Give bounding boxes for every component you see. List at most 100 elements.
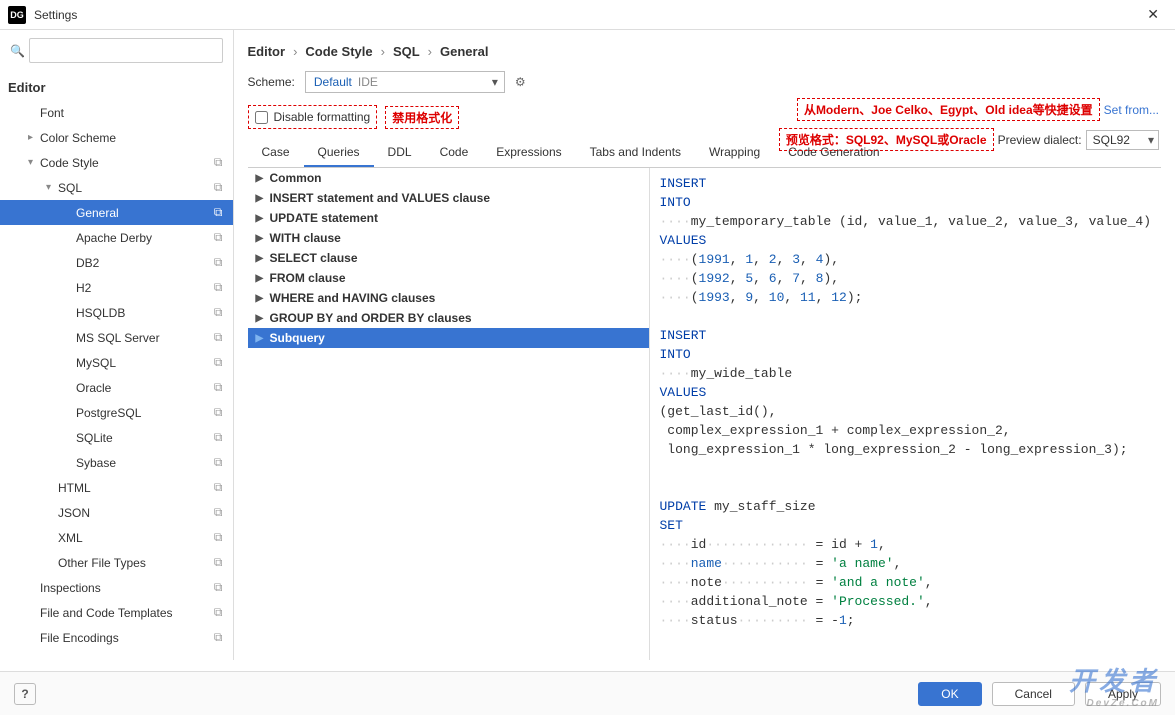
breadcrumb-editor[interactable]: Editor bbox=[248, 44, 286, 59]
tree-item-inspections[interactable]: Inspections⧉ bbox=[0, 575, 233, 600]
chevron-right-icon: ▶ bbox=[256, 193, 270, 204]
chevron-icon: ▾ bbox=[28, 157, 40, 168]
set-from-link[interactable]: Set from... bbox=[1104, 103, 1159, 117]
tree-item-json[interactable]: JSON⧉ bbox=[0, 500, 233, 525]
copy-icon: ⧉ bbox=[214, 605, 223, 620]
tab-queries[interactable]: Queries bbox=[304, 139, 374, 167]
tree-item-sqlite[interactable]: SQLite⧉ bbox=[0, 425, 233, 450]
chevron-right-icon: ▶ bbox=[256, 253, 270, 264]
chevron-right-icon: ▶ bbox=[256, 213, 270, 224]
copy-icon: ⧉ bbox=[214, 530, 223, 545]
tree-item-oracle[interactable]: Oracle⧉ bbox=[0, 375, 233, 400]
tree-item-mysql[interactable]: MySQL⧉ bbox=[0, 350, 233, 375]
settings-tree: Editor Font▸Color Scheme▾Code Style⧉▾SQL… bbox=[0, 71, 233, 660]
tree-item-file-and-code-templates[interactable]: File and Code Templates⧉ bbox=[0, 600, 233, 625]
search-input[interactable] bbox=[29, 38, 223, 63]
section-common[interactable]: ▶Common bbox=[248, 168, 649, 188]
app-icon: DG bbox=[8, 6, 26, 24]
dialog-footer: ? OK Cancel Apply bbox=[0, 671, 1175, 715]
breadcrumb-sql[interactable]: SQL bbox=[393, 44, 420, 59]
copy-icon: ⧉ bbox=[214, 230, 223, 245]
apply-button[interactable]: Apply bbox=[1085, 682, 1161, 706]
copy-icon: ⧉ bbox=[214, 180, 223, 195]
tree-item-file-encodings[interactable]: File Encodings⧉ bbox=[0, 625, 233, 650]
tree-item-hsqldb[interactable]: HSQLDB⧉ bbox=[0, 300, 233, 325]
sidebar: 🔍 Editor Font▸Color Scheme▾Code Style⧉▾S… bbox=[0, 30, 234, 660]
tree-item-ms-sql-server[interactable]: MS SQL Server⧉ bbox=[0, 325, 233, 350]
tree-item-code-style[interactable]: ▾Code Style⧉ bbox=[0, 150, 233, 175]
section-insert-statement-and-values-clause[interactable]: ▶INSERT statement and VALUES clause bbox=[248, 188, 649, 208]
annot-disable: 禁用格式化 bbox=[385, 106, 459, 129]
chevron-right-icon: ▶ bbox=[256, 173, 270, 184]
tree-item-xml[interactable]: XML⧉ bbox=[0, 525, 233, 550]
annot-preview: 预览格式：SQL92、MySQL或Oracle bbox=[779, 128, 994, 151]
copy-icon: ⧉ bbox=[214, 205, 223, 220]
gear-icon[interactable]: ⚙ bbox=[515, 75, 526, 89]
tree-item-db2[interactable]: DB2⧉ bbox=[0, 250, 233, 275]
copy-icon: ⧉ bbox=[214, 455, 223, 470]
section-select-clause[interactable]: ▶SELECT clause bbox=[248, 248, 649, 268]
copy-icon: ⧉ bbox=[214, 555, 223, 570]
tree-item-sybase[interactable]: Sybase⧉ bbox=[0, 450, 233, 475]
section-from-clause[interactable]: ▶FROM clause bbox=[248, 268, 649, 288]
copy-icon: ⧉ bbox=[214, 480, 223, 495]
tab-tabs-and-indents[interactable]: Tabs and Indents bbox=[576, 139, 695, 167]
tree-item-other-file-types[interactable]: Other File Types⧉ bbox=[0, 550, 233, 575]
tree-item-h2[interactable]: H2⧉ bbox=[0, 275, 233, 300]
help-button[interactable]: ? bbox=[14, 683, 36, 705]
preview-dialect-label: Preview dialect: bbox=[998, 133, 1082, 147]
chevron-right-icon: ▶ bbox=[256, 293, 270, 304]
copy-icon: ⧉ bbox=[214, 580, 223, 595]
close-icon[interactable]: ✕ bbox=[1139, 2, 1167, 27]
chevron-icon: ▸ bbox=[28, 132, 40, 143]
tree-item-color-scheme[interactable]: ▸Color Scheme bbox=[0, 125, 233, 150]
tab-ddl[interactable]: DDL bbox=[374, 139, 426, 167]
copy-icon: ⧉ bbox=[214, 330, 223, 345]
window-title: Settings bbox=[34, 8, 1139, 22]
annot-setfrom: 从Modern、Joe Celko、Egypt、Old idea等快捷设置 bbox=[797, 98, 1100, 121]
scheme-select[interactable]: Default IDE bbox=[305, 71, 505, 93]
tree-item-html[interactable]: HTML⧉ bbox=[0, 475, 233, 500]
section-subquery[interactable]: ▶Subquery bbox=[248, 328, 649, 348]
copy-icon: ⧉ bbox=[214, 630, 223, 645]
copy-icon: ⧉ bbox=[214, 305, 223, 320]
section-update-statement[interactable]: ▶UPDATE statement bbox=[248, 208, 649, 228]
titlebar: DG Settings ✕ bbox=[0, 0, 1175, 30]
copy-icon: ⧉ bbox=[214, 505, 223, 520]
tree-item-postgresql[interactable]: PostgreSQL⧉ bbox=[0, 400, 233, 425]
search-icon: 🔍 bbox=[10, 44, 25, 58]
section-where-and-having-clauses[interactable]: ▶WHERE and HAVING clauses bbox=[248, 288, 649, 308]
copy-icon: ⧉ bbox=[214, 155, 223, 170]
scheme-label: Scheme: bbox=[248, 75, 295, 89]
chevron-right-icon: ▶ bbox=[256, 273, 270, 284]
tab-case[interactable]: Case bbox=[248, 139, 304, 167]
copy-icon: ⧉ bbox=[214, 430, 223, 445]
tree-root-editor[interactable]: Editor bbox=[0, 75, 233, 100]
tab-wrapping[interactable]: Wrapping bbox=[695, 139, 774, 167]
disable-formatting-label: Disable formatting bbox=[274, 110, 371, 124]
preview-dialect-select[interactable]: SQL92 bbox=[1086, 130, 1159, 150]
code-preview: INSERT INTO ····my_temporary_table (id, … bbox=[650, 168, 1162, 660]
chevron-right-icon: ▶ bbox=[256, 333, 270, 344]
sections-list: ▶Common▶INSERT statement and VALUES clau… bbox=[248, 168, 650, 660]
copy-icon: ⧉ bbox=[214, 380, 223, 395]
tree-item-font[interactable]: Font bbox=[0, 100, 233, 125]
section-with-clause[interactable]: ▶WITH clause bbox=[248, 228, 649, 248]
breadcrumb-general: General bbox=[440, 44, 488, 59]
chevron-right-icon: ▶ bbox=[256, 233, 270, 244]
tab-code[interactable]: Code bbox=[426, 139, 483, 167]
tree-item-sql[interactable]: ▾SQL⧉ bbox=[0, 175, 233, 200]
cancel-button[interactable]: Cancel bbox=[992, 682, 1075, 706]
breadcrumb-codestyle[interactable]: Code Style bbox=[305, 44, 372, 59]
tab-expressions[interactable]: Expressions bbox=[482, 139, 575, 167]
ok-button[interactable]: OK bbox=[918, 682, 981, 706]
copy-icon: ⧉ bbox=[214, 255, 223, 270]
tree-item-general[interactable]: General⧉ bbox=[0, 200, 233, 225]
tree-item-apache-derby[interactable]: Apache Derby⧉ bbox=[0, 225, 233, 250]
disable-formatting-checkbox[interactable] bbox=[255, 111, 268, 124]
copy-icon: ⧉ bbox=[214, 280, 223, 295]
content-panel: Editor›Code Style›SQL›General Scheme: De… bbox=[234, 30, 1175, 660]
copy-icon: ⧉ bbox=[214, 405, 223, 420]
chevron-right-icon: ▶ bbox=[256, 313, 270, 324]
section-group-by-and-order-by-clauses[interactable]: ▶GROUP BY and ORDER BY clauses bbox=[248, 308, 649, 328]
